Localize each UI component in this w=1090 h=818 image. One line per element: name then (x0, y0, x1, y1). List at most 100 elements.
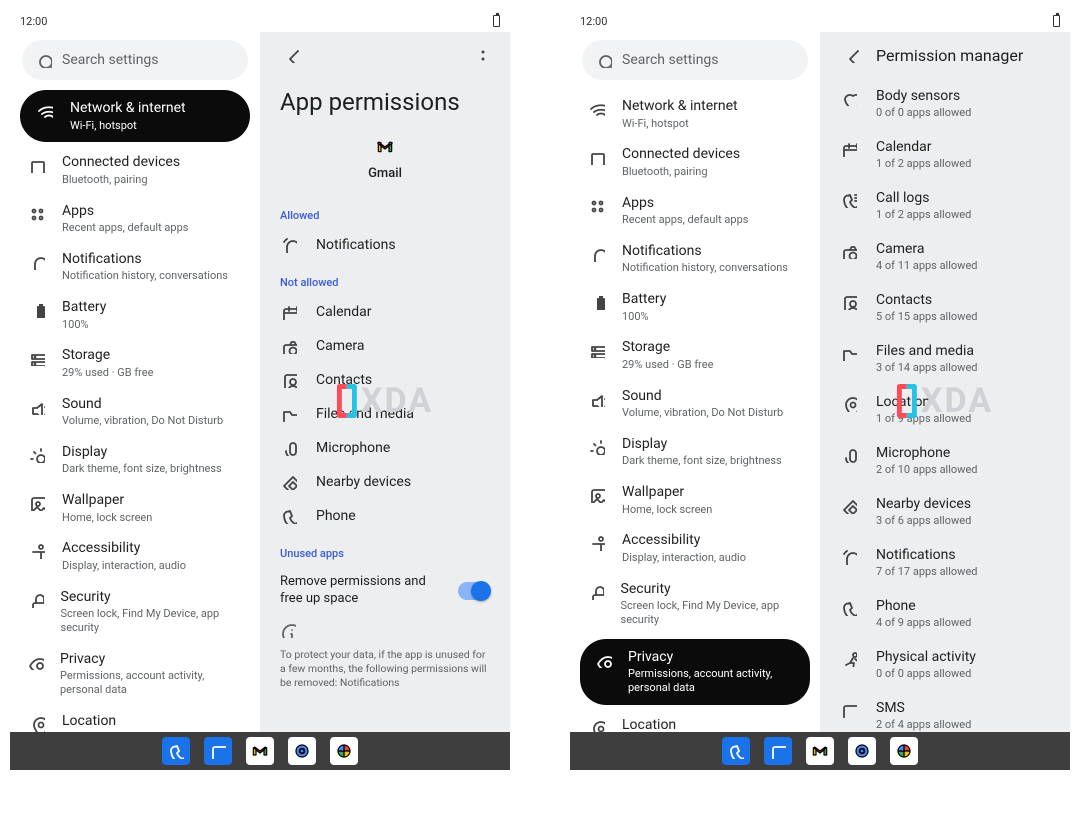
pm-row-call-logs[interactable]: Call logs 1 of 2 apps allowed (820, 180, 1070, 231)
pm-row-nearby-devices[interactable]: Nearby devices 3 of 6 apps allowed (820, 486, 1070, 537)
apps-icon (28, 203, 46, 222)
task-phone-icon[interactable] (722, 737, 750, 765)
display-icon (28, 444, 46, 463)
sidebar-item-privacy[interactable]: Privacy Permissions, account activity, p… (10, 643, 260, 705)
sidebar-item-title: Privacy (60, 651, 244, 669)
search-input[interactable]: Search settings (22, 40, 248, 80)
back-button[interactable] (274, 38, 308, 72)
page-title: Permission manager (876, 46, 1023, 65)
pm-subtitle: 7 of 17 apps allowed (876, 565, 977, 578)
sidebar-item-security[interactable]: Security Screen lock, Find My Device, ap… (570, 573, 820, 635)
pm-title: Files and media (876, 343, 977, 359)
permission-phone[interactable]: Phone (260, 499, 510, 533)
permission-camera[interactable]: Camera (260, 329, 510, 363)
pm-row-calendar[interactable]: Calendar 1 of 2 apps allowed (820, 129, 1070, 180)
contacts-icon (280, 372, 298, 388)
back-button[interactable] (834, 38, 868, 72)
sidebar-item-title: Network & internet (70, 100, 186, 118)
folder-icon (840, 343, 858, 361)
permission-notifications[interactable]: Notifications (260, 228, 510, 262)
sidebar-item-subtitle: Home, lock screen (622, 503, 712, 517)
sidebar-item-wallpaper[interactable]: Wallpaper Home, lock screen (570, 476, 820, 524)
permission-calendar[interactable]: Calendar (260, 295, 510, 329)
task-chrome-icon[interactable] (848, 737, 876, 765)
switch-on[interactable] (458, 582, 490, 600)
sidebar-item-sound[interactable]: Sound Volume, vibration, Do Not Disturb (570, 380, 820, 428)
sidebar-item-title: Wallpaper (622, 484, 712, 502)
permission-files-and-media[interactable]: Files and media (260, 397, 510, 431)
sidebar-item-subtitle: Wi-Fi, hotspot (70, 119, 186, 133)
sidebar-item-battery[interactable]: Battery 100% (10, 291, 260, 339)
pm-subtitle: 2 of 10 apps allowed (876, 463, 977, 476)
sidebar-item-notifications[interactable]: Notifications Notification history, conv… (570, 235, 820, 283)
sidebar-item-security[interactable]: Security Screen lock, Find My Device, ap… (10, 581, 260, 643)
folder-icon (280, 406, 298, 422)
search-input[interactable]: Search settings (582, 40, 808, 80)
heart-icon (840, 88, 858, 106)
wallpaper-icon (588, 484, 606, 503)
remove-permissions-toggle[interactable]: Remove permissions and free up space (260, 566, 510, 612)
sidebar-item-storage[interactable]: Storage 29% used · GB free (10, 339, 260, 387)
sidebar-item-subtitle: Display, interaction, audio (62, 559, 186, 573)
pm-subtitle: 1 of 2 apps allowed (876, 208, 971, 221)
sidebar-item-subtitle: Display, interaction, audio (622, 551, 746, 565)
sidebar-item-title: Wallpaper (62, 492, 152, 510)
pm-subtitle: 1 of 2 apps allowed (876, 157, 971, 170)
pm-title: Physical activity (876, 649, 976, 665)
bell-icon (588, 243, 606, 262)
pm-row-body-sensors[interactable]: Body sensors 0 of 0 apps allowed (820, 78, 1070, 129)
sidebar-item-title: Storage (622, 339, 713, 357)
pm-row-files-and-media[interactable]: Files and media 3 of 14 apps allowed (820, 333, 1070, 384)
sidebar-item-wallpaper[interactable]: Wallpaper Home, lock screen (10, 484, 260, 532)
sms-icon (840, 700, 858, 718)
sidebar-item-title: Sound (622, 388, 783, 406)
toggle-label: Remove permissions and free up space (280, 574, 450, 608)
pm-row-notifications[interactable]: Notifications 7 of 17 apps allowed (820, 537, 1070, 588)
task-messages-icon[interactable] (204, 737, 232, 765)
pm-row-phone[interactable]: Phone 4 of 9 apps allowed (820, 588, 1070, 639)
permission-contacts[interactable]: Contacts (260, 363, 510, 397)
sidebar-item-notifications[interactable]: Notifications Notification history, conv… (10, 243, 260, 291)
task-photos-icon[interactable] (890, 737, 918, 765)
pm-row-physical-activity[interactable]: Physical activity 0 of 0 apps allowed (820, 639, 1070, 690)
permission-microphone[interactable]: Microphone (260, 431, 510, 465)
pm-row-location[interactable]: Location 1 of 9 apps allowed (820, 384, 1070, 435)
permission-label: Nearby devices (316, 474, 411, 490)
sidebar-item-network-internet[interactable]: Network & internet Wi-Fi, hotspot (20, 90, 250, 142)
sidebar-item-subtitle: Screen lock, Find My Device, app securit… (621, 599, 804, 627)
sidebar-item-display[interactable]: Display Dark theme, font size, brightnes… (570, 428, 820, 476)
task-chrome-icon[interactable] (288, 737, 316, 765)
task-gmail-icon[interactable] (246, 737, 274, 765)
task-gmail-icon[interactable] (806, 737, 834, 765)
pm-title: Body sensors (876, 88, 971, 104)
sidebar-item-display[interactable]: Display Dark theme, font size, brightnes… (10, 436, 260, 484)
sidebar-item-accessibility[interactable]: Accessibility Display, interaction, audi… (10, 532, 260, 580)
sidebar-item-connected-devices[interactable]: Connected devices Bluetooth, pairing (570, 138, 820, 186)
pm-row-microphone[interactable]: Microphone 2 of 10 apps allowed (820, 435, 1070, 486)
sidebar-item-storage[interactable]: Storage 29% used · GB free (570, 331, 820, 379)
sidebar-item-apps[interactable]: Apps Recent apps, default apps (10, 195, 260, 243)
pm-row-camera[interactable]: Camera 4 of 11 apps allowed (820, 231, 1070, 282)
more-button[interactable] (462, 38, 496, 72)
sidebar-item-network-internet[interactable]: Network & internet Wi-Fi, hotspot (570, 90, 820, 138)
sidebar-item-privacy[interactable]: Privacy Permissions, account activity, p… (580, 639, 810, 705)
privacy-icon (28, 651, 44, 670)
calendar-icon (280, 304, 298, 320)
sidebar-item-title: Battery (62, 299, 106, 317)
sidebar-item-connected-devices[interactable]: Connected devices Bluetooth, pairing (10, 146, 260, 194)
sidebar-item-sound[interactable]: Sound Volume, vibration, Do Not Disturb (10, 388, 260, 436)
pm-title: Contacts (876, 292, 977, 308)
permission-nearby-devices[interactable]: Nearby devices (260, 465, 510, 499)
wallpaper-icon (28, 492, 46, 511)
settings-sidebar: Search settings Network & internet Wi-Fi… (570, 32, 820, 770)
sidebar-item-subtitle: Permissions, account activity, personal … (60, 669, 244, 697)
task-phone-icon[interactable] (162, 737, 190, 765)
task-photos-icon[interactable] (330, 737, 358, 765)
pm-row-contacts[interactable]: Contacts 5 of 15 apps allowed (820, 282, 1070, 333)
sidebar-item-apps[interactable]: Apps Recent apps, default apps (570, 187, 820, 235)
sidebar-item-battery[interactable]: Battery 100% (570, 283, 820, 331)
sidebar-item-accessibility[interactable]: Accessibility Display, interaction, audi… (570, 524, 820, 572)
lock-icon (28, 589, 45, 608)
task-messages-icon[interactable] (764, 737, 792, 765)
sidebar-item-subtitle: Dark theme, font size, brightness (622, 454, 782, 468)
